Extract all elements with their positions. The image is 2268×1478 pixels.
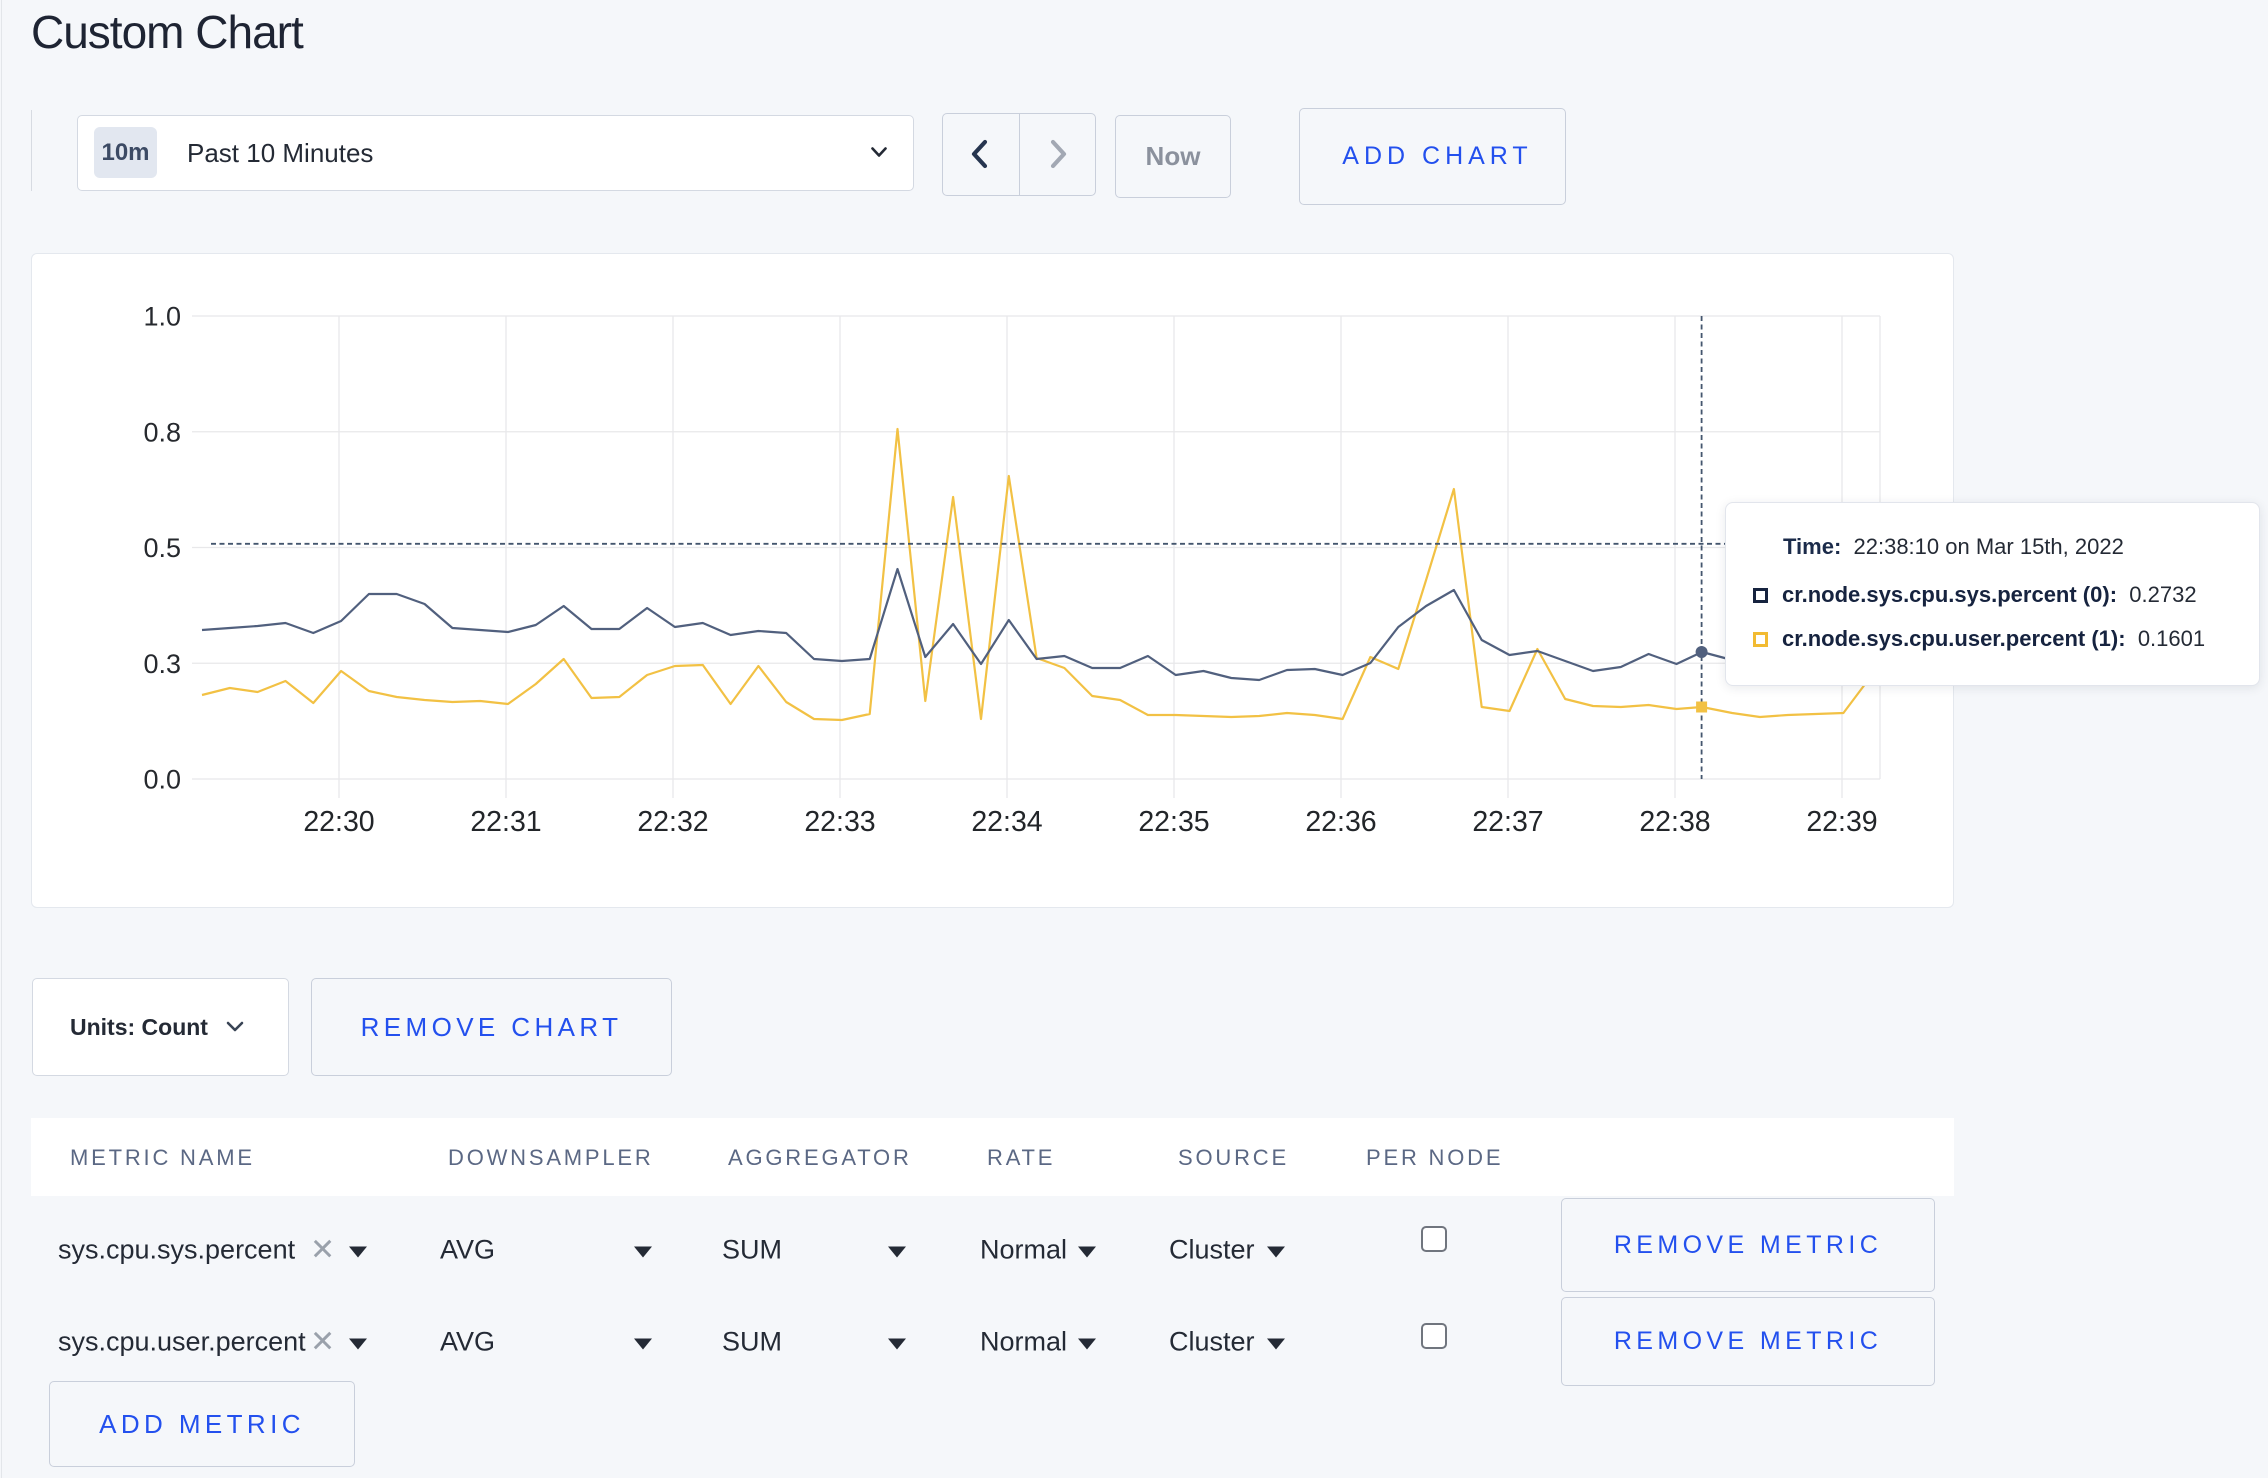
svg-text:22:39: 22:39 — [1806, 806, 1877, 838]
svg-text:22:37: 22:37 — [1472, 806, 1543, 838]
svg-text:0.0: 0.0 — [143, 765, 181, 795]
svg-text:22:33: 22:33 — [804, 806, 875, 838]
svg-text:22:36: 22:36 — [1305, 806, 1376, 838]
svg-text:0.8: 0.8 — [143, 417, 181, 447]
svg-text:22:34: 22:34 — [971, 806, 1042, 838]
svg-text:22:32: 22:32 — [637, 806, 708, 838]
svg-text:22:38: 22:38 — [1639, 806, 1710, 838]
svg-text:0.3: 0.3 — [143, 649, 181, 679]
svg-text:22:30: 22:30 — [303, 806, 374, 838]
svg-text:0.5: 0.5 — [143, 533, 181, 563]
svg-text:22:35: 22:35 — [1138, 806, 1209, 838]
svg-text:22:31: 22:31 — [470, 806, 541, 838]
svg-text:1.0: 1.0 — [143, 302, 181, 332]
